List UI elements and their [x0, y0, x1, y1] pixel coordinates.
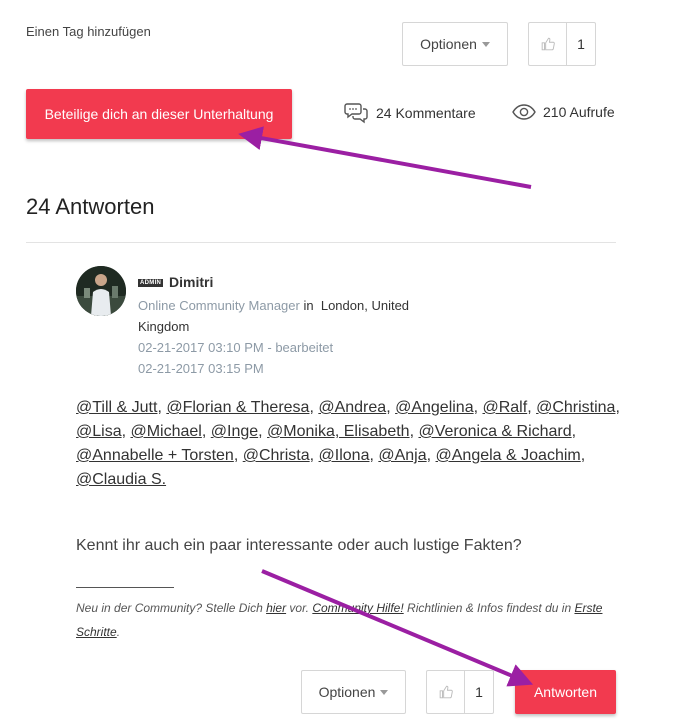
arrow-to-reply-button	[261, 569, 534, 687]
annotation-arrows	[238, 126, 534, 687]
arrow-to-join-button	[238, 126, 532, 189]
